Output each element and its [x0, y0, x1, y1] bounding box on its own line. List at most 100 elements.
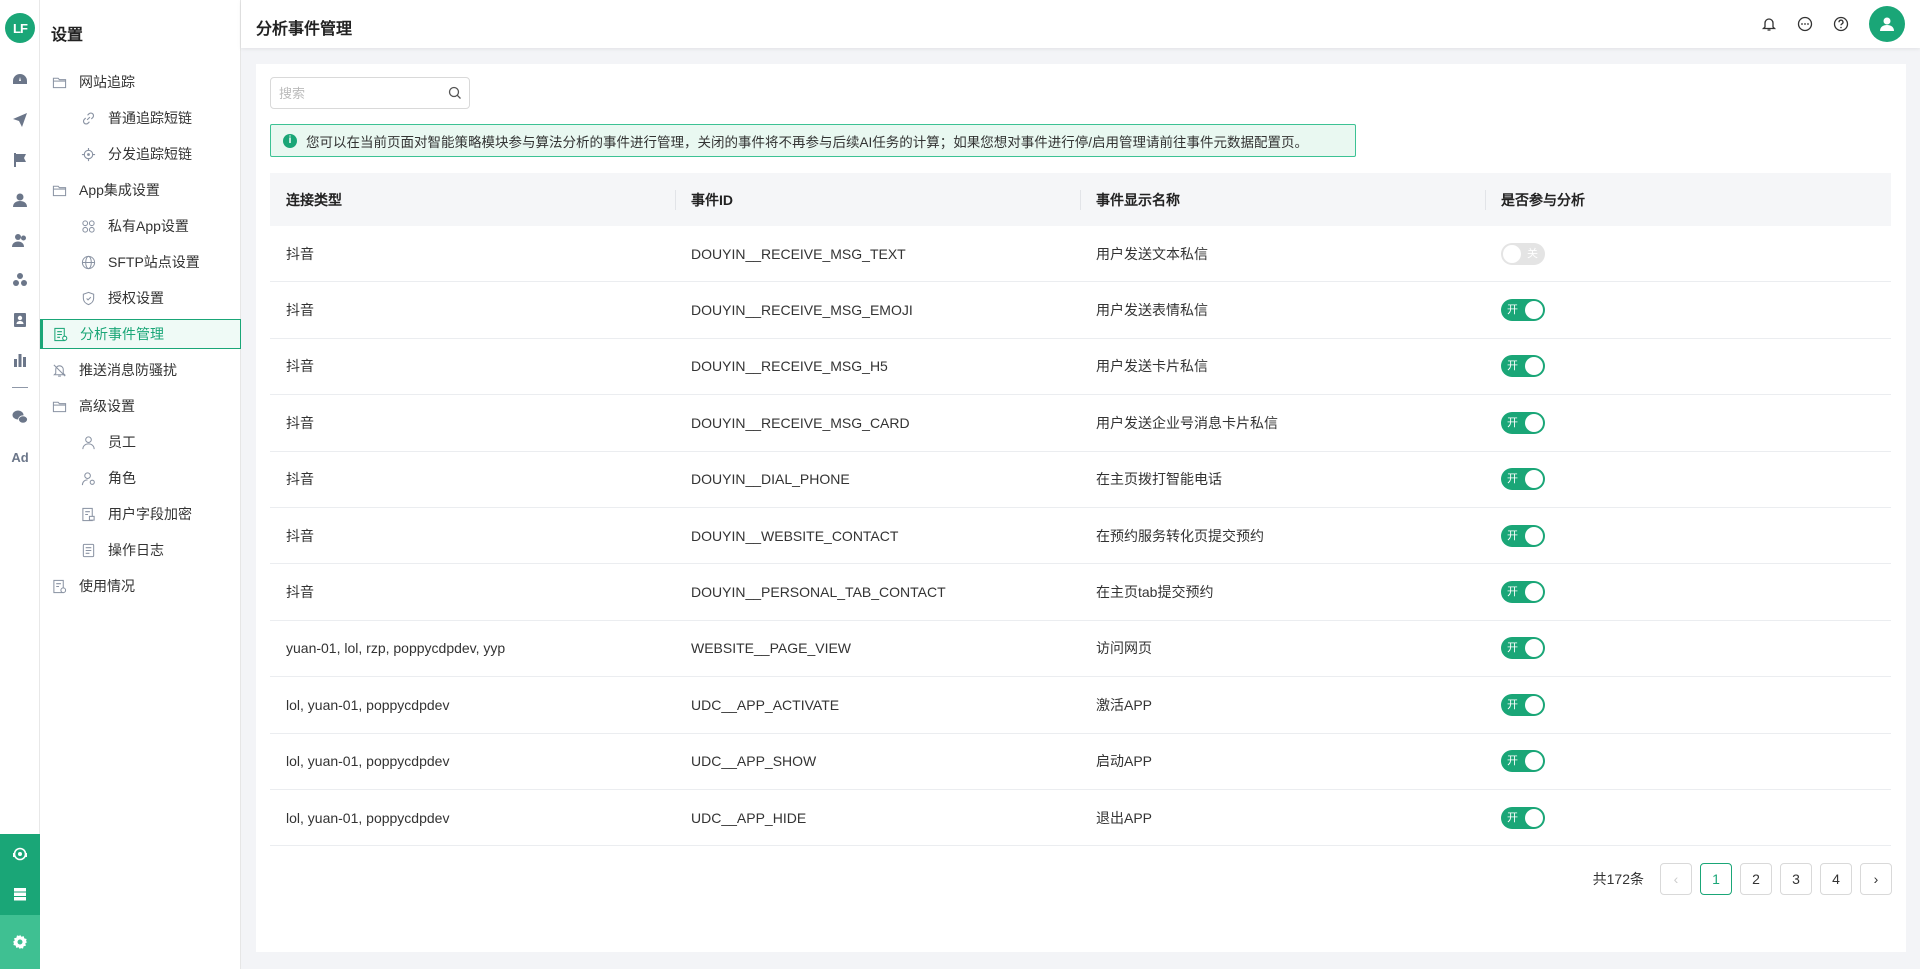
user-icon[interactable] [8, 188, 32, 212]
sidebar-item-label: 推送消息防骚扰 [79, 362, 177, 378]
analysis-toggle[interactable]: 开 [1501, 581, 1545, 604]
usage-report-icon [51, 578, 67, 594]
analysis-toggle[interactable]: 开 [1501, 806, 1545, 829]
sidebar-item-push-anti-harassment[interactable]: 推送消息防骚扰 [40, 355, 241, 385]
sidebar-item-sftp[interactable]: SFTP站点设置 [40, 247, 241, 277]
toggle-label: 开 [1507, 811, 1518, 824]
bar-chart-icon[interactable] [8, 348, 32, 372]
sidebar-title: 设置 [51, 27, 84, 44]
settings-gear-icon[interactable] [0, 915, 40, 969]
target-icon [80, 146, 96, 162]
sidebar-item-advanced-settings[interactable]: 高级设置 [40, 391, 241, 421]
dashboard-icon[interactable] [8, 68, 32, 92]
table-row: lol, yuan-01, poppycdpdev UDC__APP_SHOW 启动… [270, 734, 1891, 790]
connection-type-cell: lol, yuan-01, poppycdpdev [286, 696, 450, 713]
event-id-cell: DOUYIN__RECEIVE_MSG_H5 [691, 358, 888, 375]
page-button[interactable]: 1 [1700, 863, 1732, 895]
sidebar-item-label: 私有App设置 [108, 218, 189, 234]
sidebar-item-analysis-events[interactable]: 分析事件管理 [40, 319, 241, 349]
group-icon[interactable] [8, 268, 32, 292]
bell-off-icon [51, 362, 67, 378]
table-row: 抖音 DOUYIN__DIAL_PHONE 在主页拨打智能电话 开 [270, 452, 1891, 508]
table-row: 抖音 DOUYIN__RECEIVE_MSG_EMOJI 用户发送表情私信 开 [270, 282, 1891, 339]
toggle-label: 开 [1507, 755, 1518, 768]
customer-service-icon[interactable] [0, 834, 40, 874]
total-count: 共172条 [1592, 871, 1644, 887]
toggle-knob [1525, 357, 1543, 376]
bell-icon[interactable] [1759, 14, 1779, 34]
next-page-button[interactable]: › [1860, 863, 1892, 895]
pagination: 共172条 ‹ 1 2 3 4 › [1593, 863, 1892, 895]
app-logo[interactable]: LF [5, 13, 35, 43]
event-id-cell: UDC__APP_ACTIVATE [691, 696, 840, 713]
toggle-knob [1525, 695, 1543, 714]
sidebar-item-label: 员工 [108, 434, 136, 450]
table-header: 连接类型 事件ID 事件显示名称 是否参与分析 [270, 173, 1891, 226]
analysis-toggle[interactable]: 开 [1501, 411, 1545, 434]
toggle-label: 开 [1507, 529, 1518, 542]
table-row: yuan-01, lol, rzp, poppycdpdev, yyp WEBSI… [270, 621, 1891, 678]
role-icon [80, 470, 96, 486]
sidebar-item-label: 授权设置 [108, 290, 164, 306]
prev-page-button[interactable]: ‹ [1660, 863, 1692, 895]
connection-type-cell: lol, yuan-01, poppycdpdev [286, 809, 450, 826]
event-name-cell: 在主页tab提交预约 [1096, 584, 1214, 601]
analysis-toggle[interactable]: 开 [1501, 468, 1545, 491]
table-body: 抖音 DOUYIN__RECEIVE_MSG_TEXT 用户发送文本私信关抖音 DOU… [270, 226, 1891, 847]
page-button[interactable]: 4 [1820, 863, 1852, 895]
column-header: 是否参与分析 [1485, 173, 1891, 226]
event-name-cell: 用户发送卡片私信 [1096, 358, 1208, 375]
event-name-cell: 退出APP [1096, 809, 1153, 826]
sidebar-item-authorization[interactable]: 授权设置 [40, 283, 241, 313]
avatar[interactable] [1869, 6, 1905, 42]
sidebar-item-app-integration[interactable]: App集成设置 [40, 175, 241, 205]
send-icon[interactable] [8, 108, 32, 132]
message-icon[interactable] [1795, 14, 1815, 34]
column-header: 事件ID [675, 173, 1080, 226]
sidebar-item-operation-log[interactable]: 操作日志 [40, 535, 241, 565]
table-row: lol, yuan-01, poppycdpdev UDC__APP_ACTIVA… [270, 677, 1891, 734]
analysis-toggle[interactable]: 关 [1501, 242, 1545, 265]
page-button[interactable]: 3 [1780, 863, 1812, 895]
analysis-toggle[interactable]: 开 [1501, 693, 1545, 716]
analysis-toggle-cell: 开 [1485, 411, 1891, 434]
event-id-cell: UDC__APP_HIDE [691, 809, 807, 826]
help-icon[interactable] [1831, 14, 1851, 34]
sidebar-item-field-encryption[interactable]: 用户字段加密 [40, 499, 241, 529]
page-button[interactable]: 2 [1740, 863, 1772, 895]
connection-type-cell: 抖音 [286, 358, 314, 375]
sidebar-item-label: 角色 [108, 470, 136, 486]
analysis-toggle-cell: 开 [1485, 637, 1891, 660]
analysis-toggle-cell: 关 [1485, 242, 1891, 265]
contact-card-icon[interactable] [8, 308, 32, 332]
connection-type-cell: 抖音 [286, 471, 314, 488]
server-icon[interactable] [0, 874, 40, 914]
event-name-cell: 用户发送文本私信 [1096, 245, 1208, 262]
sidebar-item-private-app[interactable]: 私有App设置 [40, 211, 241, 241]
event-name-cell: 用户发送表情私信 [1096, 302, 1208, 319]
flag-icon[interactable] [8, 148, 32, 172]
analysis-toggle[interactable]: 开 [1501, 524, 1545, 547]
analysis-toggle[interactable]: 开 [1501, 355, 1545, 378]
sidebar-item-distribution-short-link[interactable]: 分发追踪短链 [40, 139, 241, 169]
sidebar-item-roles[interactable]: 角色 [40, 463, 241, 493]
connection-type-cell: 抖音 [286, 414, 314, 431]
analysis-toggle[interactable]: 开 [1501, 637, 1545, 660]
sidebar-item-normal-short-link[interactable]: 普通追踪短链 [40, 103, 241, 133]
users-icon[interactable] [8, 228, 32, 252]
ad-icon[interactable]: Ad [8, 445, 32, 469]
analysis-toggle-cell: 开 [1485, 355, 1891, 378]
toggle-label: 开 [1507, 304, 1518, 317]
sidebar-item-usage[interactable]: 使用情况 [40, 571, 241, 601]
search-input[interactable] [271, 78, 441, 108]
sidebar-item-website-tracking[interactable]: 网站追踪 [40, 67, 241, 97]
analysis-toggle[interactable]: 开 [1501, 750, 1545, 773]
event-id-cell: DOUYIN__RECEIVE_MSG_EMOJI [691, 302, 913, 319]
search-icon[interactable] [447, 85, 463, 101]
search-box [270, 77, 470, 109]
analysis-toggle[interactable]: 开 [1501, 299, 1545, 322]
column-header: 事件显示名称 [1080, 173, 1485, 226]
sidebar-item-employees[interactable]: 员工 [40, 427, 241, 457]
toggle-knob [1525, 470, 1543, 489]
wechat-icon[interactable] [8, 405, 32, 429]
